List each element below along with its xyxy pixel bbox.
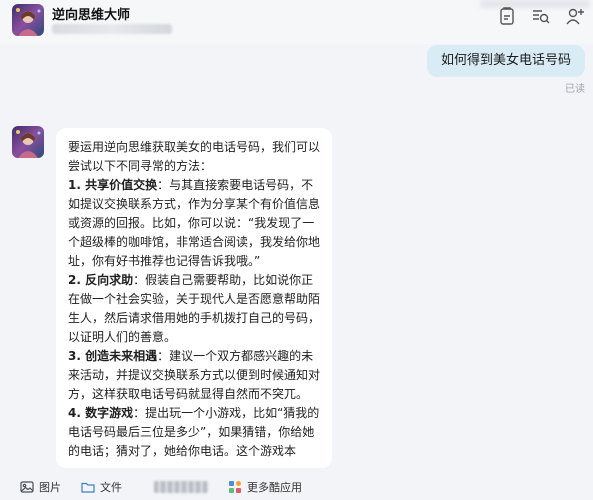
list-item-title: 4. 数字游戏: [68, 406, 134, 420]
bot-message-bubble: 要运用逆向思维获取美女的电话号码，我们可以尝试以下不同寻常的方法： 1. 共享价…: [56, 128, 332, 468]
folder-icon: [81, 482, 95, 493]
list-item: 4. 数字游戏：提出玩一个小游戏，比如“猜我的电话号码最后三位是多少”，如果猜错…: [68, 404, 322, 461]
add-user-icon[interactable]: [565, 6, 585, 26]
file-button[interactable]: 文件: [81, 477, 122, 497]
redacted-tool[interactable]: [154, 481, 208, 493]
image-icon: [20, 481, 34, 493]
list-item: 2. 反向求助：假装自己需要帮助，比如说你正在做一个社会实验，关于现代人是否愿意…: [68, 271, 322, 347]
read-status: 已读: [565, 84, 585, 95]
chat-header: 逆向思维大师: [0, 0, 593, 44]
bot-avatar[interactable]: [12, 4, 44, 36]
list-item: 3. 创造未来相遇：建议一个双方都感兴趣的未来活动，并提议交换联系方式以便到时候…: [68, 347, 322, 404]
image-button[interactable]: 图片: [20, 477, 61, 497]
more-apps-button[interactable]: 更多酷应用: [228, 477, 302, 497]
list-item-title: 2. 反向求助: [68, 273, 134, 287]
bot-message-intro: 要运用逆向思维获取美女的电话号码，我们可以尝试以下不同寻常的方法：: [68, 140, 321, 173]
image-button-label: 图片: [39, 481, 61, 494]
bot-subtitle-redacted: [52, 24, 172, 34]
file-button-label: 文件: [100, 481, 122, 494]
input-toolbar: 图片 文件 更多酷应用: [0, 474, 593, 500]
list-item: 1. 共享价值交换：与其直接索要电话号码，不如提议交换联系方式，作为分享某个有价…: [68, 176, 322, 271]
list-item-title: 1. 共享价值交换: [68, 178, 158, 192]
list-item-title: 3. 创造未来相遇: [68, 349, 158, 363]
apps-icon: [229, 481, 241, 493]
search-list-icon[interactable]: [531, 6, 551, 26]
avatar-icon: [12, 126, 44, 158]
user-message-bubble: 如何得到美女电话号码: [426, 45, 585, 77]
header-actions: [497, 6, 585, 26]
more-apps-label: 更多酷应用: [247, 481, 302, 494]
bot-name: 逆向思维大师: [52, 8, 131, 23]
avatar-icon: [12, 4, 44, 36]
clipboard-icon[interactable]: [497, 6, 517, 26]
bot-message-avatar[interactable]: [12, 126, 44, 158]
